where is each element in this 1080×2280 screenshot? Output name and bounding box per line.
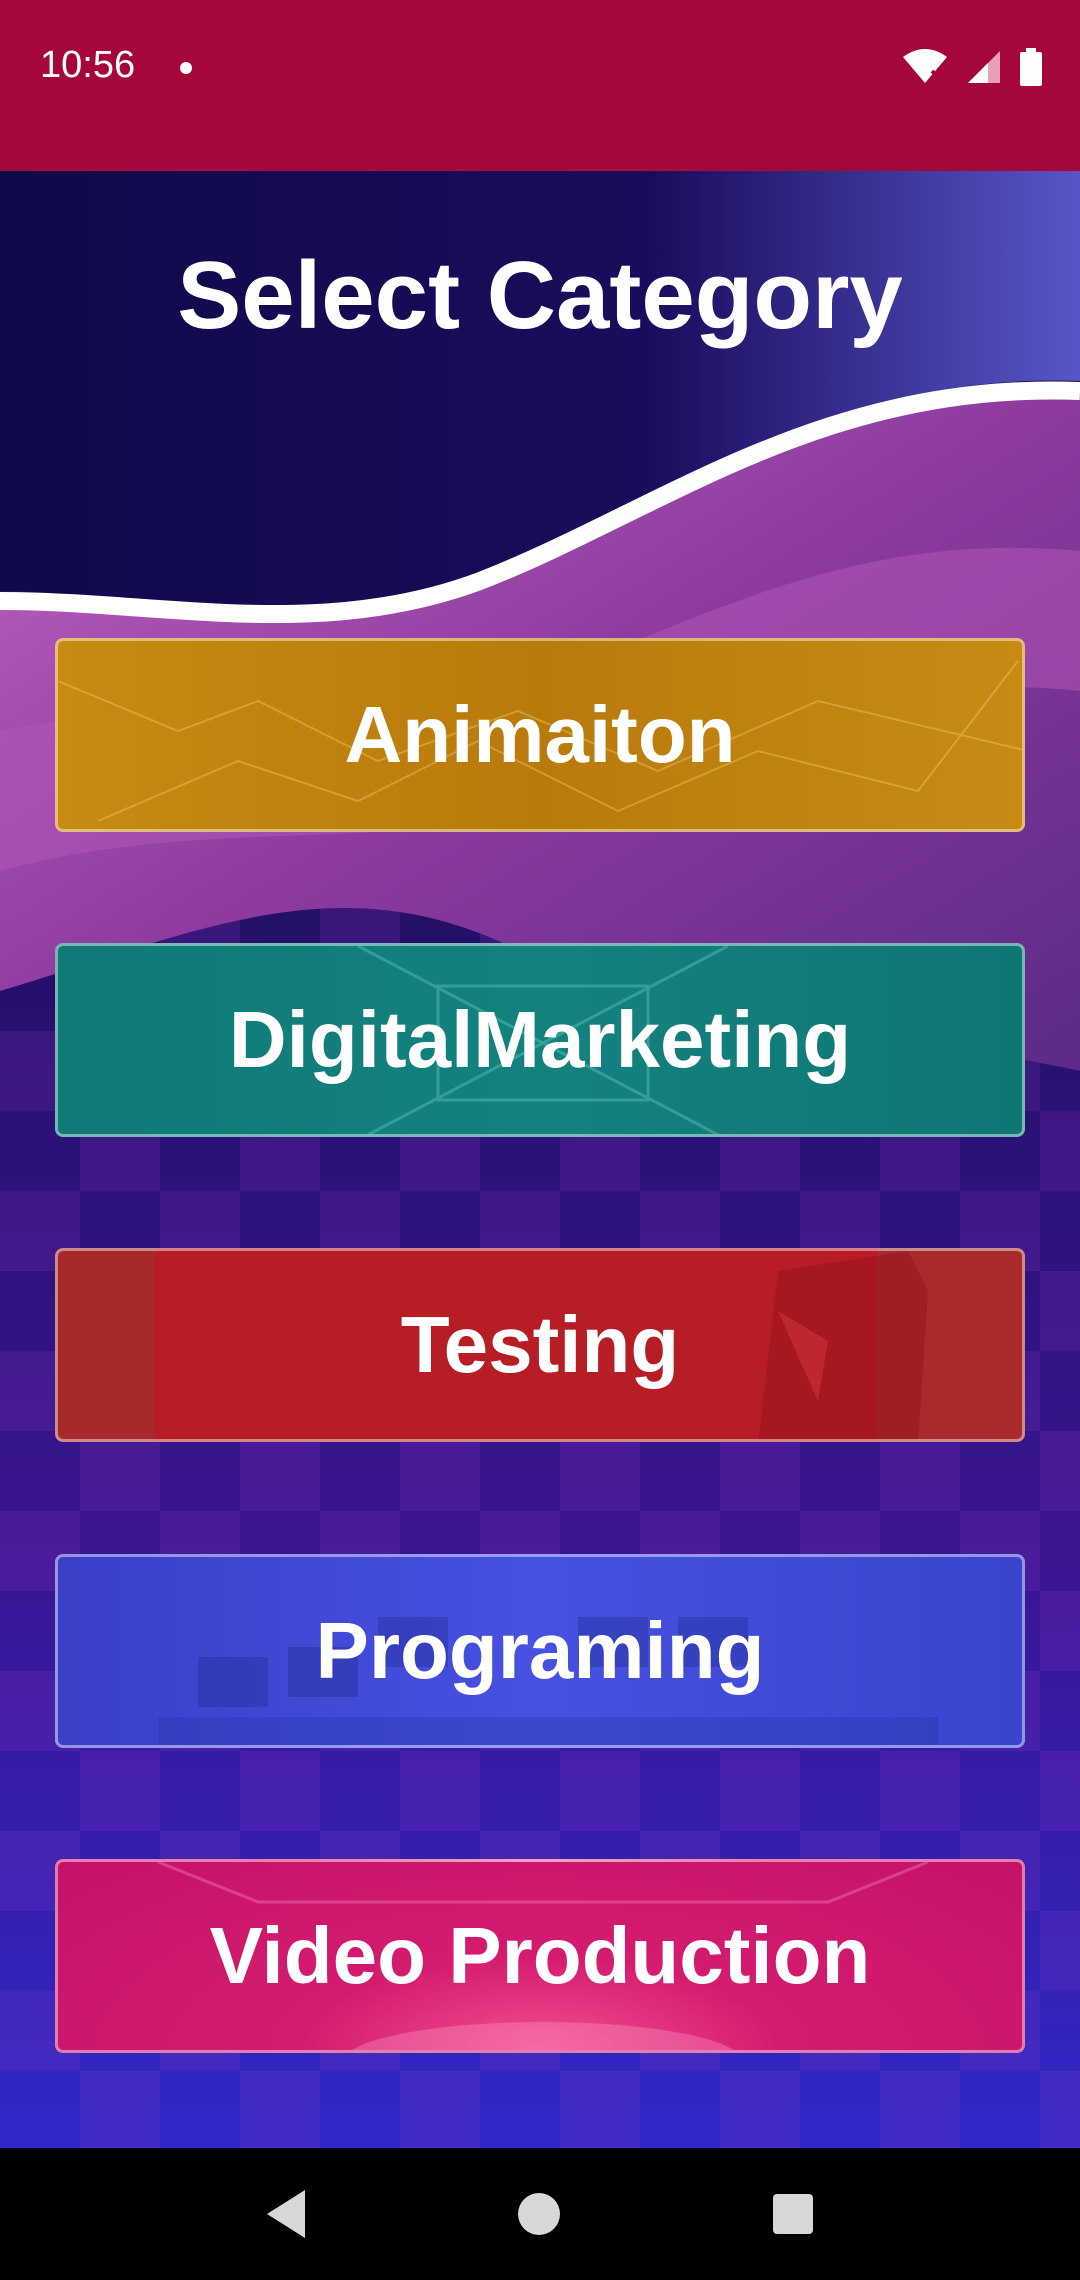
category-button-animation[interactable]: Animaiton xyxy=(55,638,1025,832)
home-icon[interactable] xyxy=(517,2193,560,2235)
page-title: Select Category xyxy=(177,242,903,349)
notification-dot-icon xyxy=(180,62,192,74)
category-label: Video Production xyxy=(209,1911,871,2000)
category-screen[interactable]: Select Category Animaiton DigitalMarketi… xyxy=(0,171,1080,2148)
category-button-digitalmarketing[interactable]: DigitalMarketing xyxy=(55,943,1025,1137)
category-label: Testing xyxy=(400,1300,680,1389)
category-button-video-production[interactable]: Video Production xyxy=(55,1859,1025,2053)
category-label: Programing xyxy=(315,1606,765,1695)
category-button-programing[interactable]: Programing xyxy=(55,1554,1025,1748)
navigation-bar xyxy=(0,2148,1080,2280)
back-icon[interactable] xyxy=(266,2190,305,2238)
status-bar: 10:56 xyxy=(0,0,1080,171)
category-label: Animaiton xyxy=(344,690,736,779)
wifi-icon xyxy=(903,49,947,83)
category-button-testing[interactable]: Testing xyxy=(55,1248,1025,1442)
signal-icon xyxy=(968,51,1000,83)
category-label: DigitalMarketing xyxy=(228,995,852,1084)
battery-icon xyxy=(1020,48,1042,86)
status-icons xyxy=(902,48,1042,86)
recents-icon[interactable] xyxy=(773,2194,814,2234)
status-time: 10:56 xyxy=(40,44,136,86)
